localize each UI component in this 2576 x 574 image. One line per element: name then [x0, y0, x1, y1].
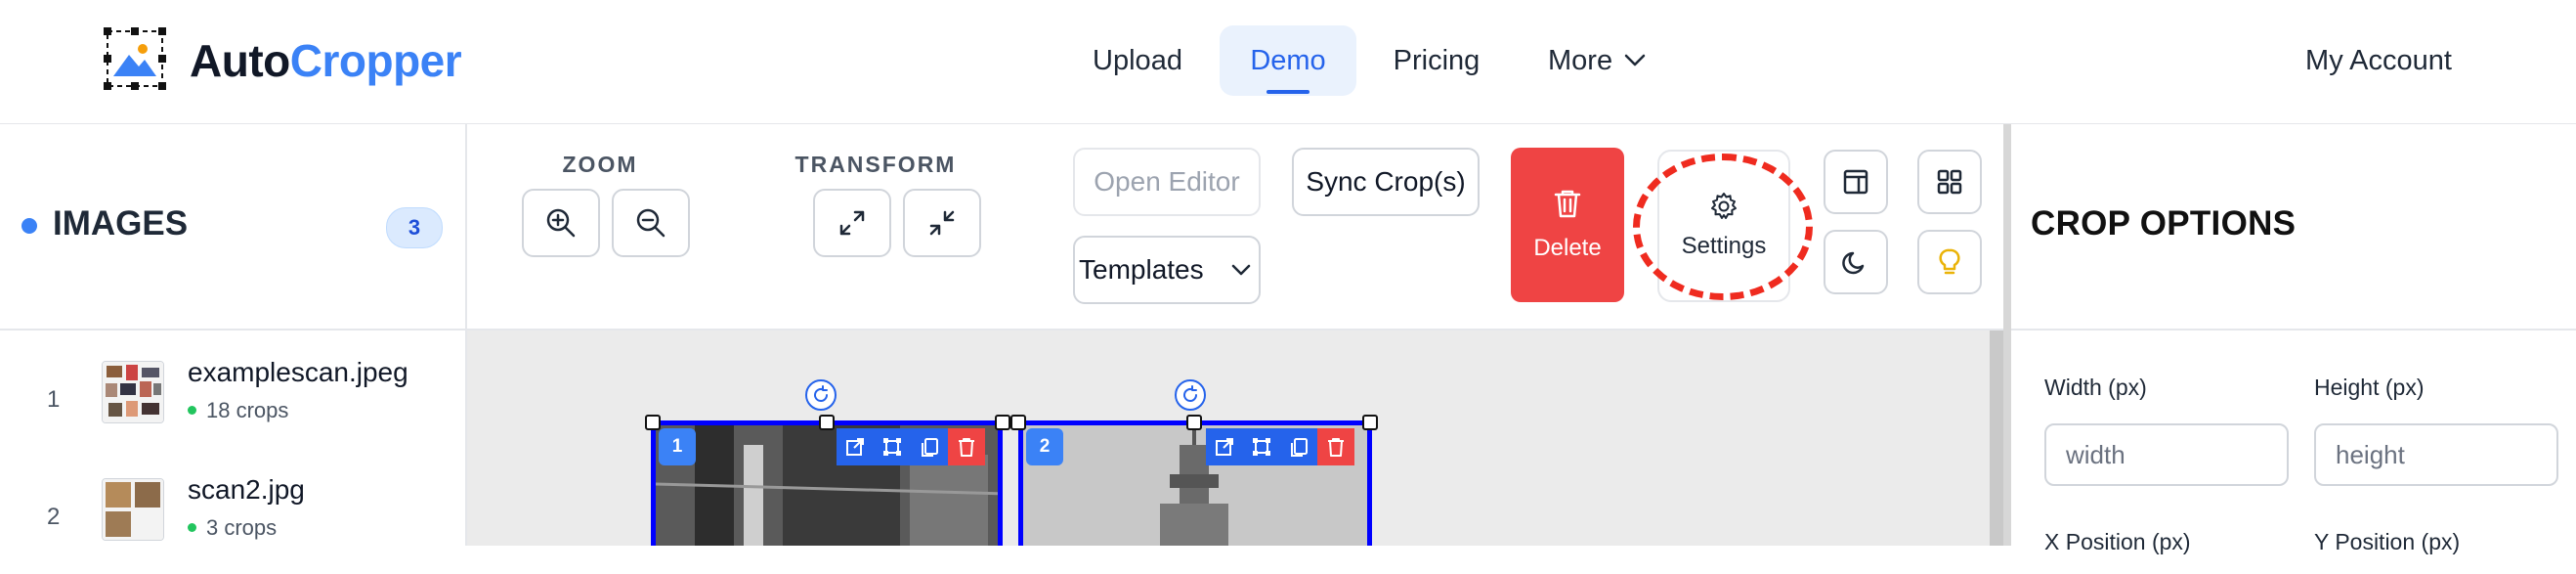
- rotate-handle[interactable]: [805, 379, 837, 411]
- nav-more-label: More: [1548, 45, 1613, 76]
- width-input[interactable]: [2044, 423, 2289, 486]
- brand-name[interactable]: AutoCropper: [190, 29, 462, 92]
- brand-name-part1: Auto: [190, 35, 290, 86]
- trash-icon: [1325, 436, 1347, 458]
- top-nav: AutoCropper Upload Demo Pricing More My …: [0, 0, 2576, 125]
- zoom-in-button[interactable]: [522, 189, 600, 257]
- image-name: examplescan.jpeg: [188, 357, 408, 387]
- templates-label: Templates: [1079, 254, 1204, 285]
- canvas-scrollbar[interactable]: [1990, 331, 2003, 546]
- image-name: scan2.jpg: [188, 474, 305, 505]
- shrink-button[interactable]: [903, 189, 981, 257]
- crop-delete-button[interactable]: [948, 428, 985, 465]
- panel-divider[interactable]: [2003, 124, 2011, 546]
- nav-pricing[interactable]: Pricing: [1380, 25, 1493, 96]
- resize-handle[interactable]: [1186, 415, 1202, 430]
- chevron-down-icon: [1624, 54, 1646, 67]
- nav-my-account[interactable]: My Account: [2300, 25, 2457, 96]
- crop-canvas[interactable]: 1 2: [467, 331, 1992, 546]
- images-title: IMAGES: [53, 204, 189, 243]
- nav-demo-label: Demo: [1250, 45, 1326, 76]
- rotate-handle[interactable]: [1175, 379, 1206, 411]
- nav-more[interactable]: More: [1548, 25, 1665, 96]
- lightbulb-icon: [1935, 247, 1964, 277]
- image-thumbnail: [102, 361, 164, 423]
- layout-toggle-button[interactable]: [1824, 150, 1888, 214]
- width-label: Width (px): [2044, 375, 2147, 400]
- crop-duplicate-button[interactable]: [1280, 428, 1317, 465]
- crop-frame-icon: [881, 436, 903, 458]
- copy-icon: [919, 436, 940, 458]
- crop-fit-button[interactable]: [874, 428, 911, 465]
- y-position-label: Y Position (px): [2314, 529, 2461, 554]
- copy-icon: [1288, 436, 1309, 458]
- zoom-out-icon: [635, 207, 666, 239]
- templates-dropdown[interactable]: Templates: [1073, 236, 1261, 304]
- resize-handle[interactable]: [1362, 415, 1378, 430]
- image-crop-count: 3 crops: [188, 515, 277, 541]
- height-input[interactable]: [2314, 423, 2558, 486]
- shrink-icon: [927, 208, 957, 238]
- crop-number-badge: 1: [659, 428, 696, 465]
- image-crop-count: 18 crops: [188, 398, 288, 423]
- crop-delete-button[interactable]: [1317, 428, 1354, 465]
- status-dot: [21, 218, 37, 234]
- brand-name-part2: Cropper: [289, 35, 462, 86]
- grid-icon: [1935, 167, 1964, 197]
- moon-icon: [1841, 247, 1870, 277]
- trash-icon: [956, 436, 977, 458]
- images-sidebar: IMAGES 3 1 examplescan.jpeg 18 crops 2 s…: [0, 124, 467, 546]
- expand-button[interactable]: [813, 189, 891, 257]
- crop-open-button[interactable]: [1206, 428, 1243, 465]
- nav-demo[interactable]: Demo: [1220, 25, 1356, 96]
- crop-fit-button[interactable]: [1243, 428, 1280, 465]
- nav-active-underline: [1267, 90, 1309, 94]
- highlight-ring: [1633, 154, 1813, 300]
- rotate-icon: [811, 385, 831, 405]
- expand-icon: [837, 208, 867, 238]
- image-list-item[interactable]: 1 examplescan.jpeg 18 crops: [0, 339, 465, 457]
- crop-number-badge: 2: [1026, 428, 1063, 465]
- dark-mode-button[interactable]: [1824, 230, 1888, 294]
- images-header: IMAGES 3: [0, 124, 465, 331]
- images-count-badge: 3: [386, 207, 443, 248]
- crop-action-bar: [1206, 428, 1354, 465]
- crop-options-panel: CROP OPTIONS Width (px) Height (px) X Po…: [2011, 124, 2576, 554]
- zoom-in-icon: [545, 207, 577, 239]
- zoom-label: ZOOM: [562, 152, 638, 177]
- sync-crops-button[interactable]: Sync Crop(s): [1292, 148, 1480, 216]
- height-label: Height (px): [2314, 375, 2425, 400]
- tips-button[interactable]: [1917, 230, 1982, 294]
- editor-toolbar: ZOOM TRANSFORM Open Editor Sync Crop(s) …: [467, 124, 2003, 331]
- image-list-item[interactable]: 2 scan2.jpg 3 crops: [0, 457, 465, 574]
- crop-duplicate-button[interactable]: [911, 428, 948, 465]
- delete-label: Delete: [1533, 235, 1602, 261]
- image-thumbnail: [102, 478, 164, 541]
- crop-action-bar: [837, 428, 985, 465]
- logo-icon[interactable]: [104, 27, 166, 90]
- resize-handle[interactable]: [645, 415, 661, 430]
- trash-icon: [1553, 188, 1582, 219]
- zoom-out-button[interactable]: [612, 189, 690, 257]
- grid-view-button[interactable]: [1917, 150, 1982, 214]
- nav-upload[interactable]: Upload: [1079, 25, 1196, 96]
- image-index: 1: [47, 386, 61, 413]
- resize-handle[interactable]: [1010, 415, 1026, 430]
- delete-button[interactable]: Delete: [1511, 148, 1624, 302]
- x-position-label: X Position (px): [2044, 529, 2191, 554]
- resize-handle[interactable]: [819, 415, 835, 430]
- transform-label: TRANSFORM: [794, 152, 957, 177]
- chevron-down-icon: [1231, 264, 1251, 276]
- external-link-icon: [1214, 436, 1235, 458]
- resize-handle[interactable]: [995, 415, 1010, 430]
- open-editor-button[interactable]: Open Editor: [1073, 148, 1261, 216]
- image-index: 2: [47, 504, 61, 530]
- layout-panel-icon: [1841, 167, 1870, 197]
- crop-frame-icon: [1251, 436, 1272, 458]
- external-link-icon: [844, 436, 866, 458]
- crop-open-button[interactable]: [837, 428, 874, 465]
- rotate-icon: [1181, 385, 1200, 405]
- divider: [2011, 329, 2576, 331]
- crop-options-title: CROP OPTIONS: [2031, 204, 2297, 243]
